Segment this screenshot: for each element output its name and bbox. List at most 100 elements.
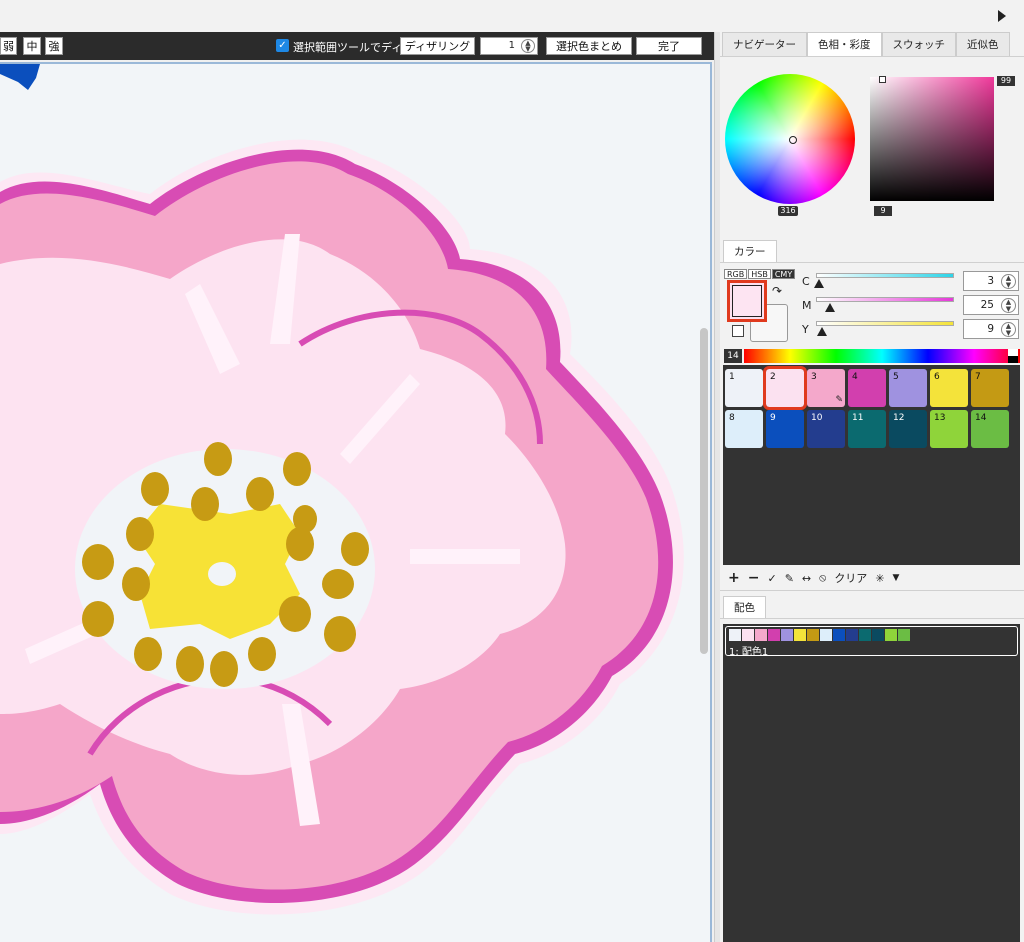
swatch-number: 2 bbox=[770, 372, 776, 382]
play-icon[interactable] bbox=[998, 10, 1006, 22]
dither-level-value: 1 bbox=[508, 40, 515, 51]
blue-blob bbox=[0, 64, 40, 90]
slider-y-thumb[interactable] bbox=[817, 327, 827, 336]
swatch-2[interactable]: 2 bbox=[763, 366, 807, 410]
clear-button[interactable]: クリア bbox=[834, 570, 867, 586]
scheme-color bbox=[885, 629, 897, 641]
dither-level-stepper[interactable]: 1 ▲ ▼ bbox=[480, 37, 538, 55]
hue-strip[interactable] bbox=[744, 349, 1020, 363]
mode-cmy[interactable]: CMY bbox=[771, 269, 796, 279]
swatch-number: 5 bbox=[893, 372, 899, 382]
swatch-13[interactable]: 13 bbox=[930, 410, 968, 448]
swatch-1[interactable]: 1 bbox=[725, 369, 763, 407]
color-palette: 1 2 3 ✎ 4 5 6 7 8 9 10 11 12 13 14 bbox=[723, 365, 1020, 565]
swatch-number: 14 bbox=[975, 413, 987, 423]
color-mode-selector: RGB HSB CMY bbox=[724, 269, 796, 279]
swatch-7[interactable]: 7 bbox=[971, 369, 1009, 407]
swatch-number: 9 bbox=[770, 413, 776, 423]
edit-icon[interactable]: ✎ bbox=[785, 572, 794, 585]
ban-icon[interactable]: ⦸ bbox=[819, 571, 826, 585]
swatch-12[interactable]: 12 bbox=[889, 410, 927, 448]
scheme-color bbox=[846, 629, 858, 641]
slider-m-label: M bbox=[802, 299, 812, 312]
petal-highlight-4 bbox=[410, 549, 520, 564]
saturation-brightness-box[interactable] bbox=[870, 77, 994, 201]
m-value-field[interactable]: 25 ▲ ▼ bbox=[963, 295, 1019, 315]
dither-checkbox[interactable]: ✓ bbox=[276, 39, 289, 52]
swatch-14[interactable]: 14 bbox=[971, 410, 1009, 448]
swap-colors-icon[interactable]: ↷ bbox=[772, 284, 782, 298]
c-value-field[interactable]: 3 ▲ ▼ bbox=[963, 271, 1019, 291]
swatch-4[interactable]: 4 bbox=[848, 369, 886, 407]
scheme-item-1[interactable]: 1: 配色1 bbox=[725, 626, 1018, 658]
main-color-fill bbox=[732, 285, 762, 317]
swatch-5[interactable]: 5 bbox=[889, 369, 927, 407]
stepper-arrows-icon[interactable]: ▲ ▼ bbox=[521, 39, 535, 53]
swatch-number: 4 bbox=[852, 372, 858, 382]
palette-menu-icon[interactable]: ▼ bbox=[893, 573, 900, 583]
drawing-canvas[interactable] bbox=[0, 62, 712, 942]
scheme-color bbox=[794, 629, 806, 641]
color-scheme-list: 1: 配色1 bbox=[723, 624, 1020, 942]
swatch-11[interactable]: 11 bbox=[848, 410, 886, 448]
mode-hsb[interactable]: HSB bbox=[748, 269, 771, 279]
hue-value-badge: 316 bbox=[778, 206, 798, 216]
main-color-swatch[interactable] bbox=[727, 280, 767, 322]
tab-similar-colors[interactable]: 近似色 bbox=[956, 32, 1010, 56]
swatch-8[interactable]: 8 bbox=[725, 410, 763, 448]
y-value-field[interactable]: 9 ▲ ▼ bbox=[963, 319, 1019, 339]
tab-hue-saturation[interactable]: 色相・彩度 bbox=[807, 32, 882, 56]
merge-colors-button[interactable]: 選択色まとめ bbox=[546, 37, 632, 55]
scheme-color bbox=[898, 629, 910, 641]
swatch-6[interactable]: 6 bbox=[930, 369, 968, 407]
swatch-10[interactable]: 10 bbox=[807, 410, 845, 448]
tab-navigator[interactable]: ナビゲーター bbox=[722, 32, 807, 56]
scheme-color bbox=[872, 629, 884, 641]
effect-icon[interactable]: ✳ bbox=[875, 572, 884, 585]
swatch-number: 1 bbox=[729, 372, 735, 382]
slider-m-thumb[interactable] bbox=[825, 303, 835, 312]
slider-y-label: Y bbox=[802, 323, 809, 336]
slider-y-track[interactable] bbox=[816, 321, 954, 326]
slider-c-thumb[interactable] bbox=[814, 279, 824, 288]
scheme-color-strip bbox=[729, 629, 910, 641]
remove-color-icon[interactable]: − bbox=[748, 570, 760, 586]
check-icon[interactable]: ✓ bbox=[767, 572, 776, 585]
add-color-icon[interactable]: + bbox=[728, 570, 740, 586]
hue-wheel-marker[interactable] bbox=[789, 136, 797, 144]
scheme-top-divider bbox=[720, 590, 1024, 591]
black-white-strip[interactable] bbox=[1008, 349, 1018, 363]
transparent-color-icon[interactable] bbox=[732, 325, 744, 337]
swap-icon[interactable]: ↔ bbox=[802, 572, 811, 585]
swatch-3[interactable]: 3 ✎ bbox=[807, 369, 845, 407]
tab-color[interactable]: カラー bbox=[723, 240, 777, 262]
sv-marker[interactable] bbox=[879, 76, 886, 83]
mode-rgb[interactable]: RGB bbox=[724, 269, 748, 279]
slider-m-track[interactable] bbox=[816, 297, 954, 302]
swatch-number: 6 bbox=[934, 372, 940, 382]
scheme-color bbox=[807, 629, 819, 641]
dithering-button[interactable]: ディザリング bbox=[400, 37, 475, 55]
scheme-color bbox=[729, 629, 741, 641]
tab-swatch[interactable]: スウォッチ bbox=[881, 32, 956, 56]
y-stepper-icon[interactable]: ▲ ▼ bbox=[1001, 322, 1016, 337]
scheme-color bbox=[742, 629, 754, 641]
done-button[interactable]: 完了 bbox=[636, 37, 702, 55]
scheme-item-label: 1: 配色1 bbox=[729, 647, 769, 658]
tab-color-scheme[interactable]: 配色 bbox=[723, 596, 766, 618]
swatch-number: 8 bbox=[729, 413, 735, 423]
weak-button[interactable]: 弱 bbox=[0, 37, 17, 55]
m-stepper-icon[interactable]: ▲ ▼ bbox=[1001, 298, 1016, 313]
scheme-color bbox=[755, 629, 767, 641]
saturation-value-badge: 99 bbox=[997, 76, 1015, 86]
scheme-divider bbox=[720, 618, 1024, 619]
swatch-number: 10 bbox=[811, 413, 823, 423]
slider-c-track[interactable] bbox=[816, 273, 954, 278]
right-panel: ナビゲーター 色相・彩度 スウォッチ 近似色 316 99 9 カラー RGB … bbox=[720, 32, 1024, 942]
strong-button[interactable]: 強 bbox=[45, 37, 63, 55]
canvas-vertical-scrollbar[interactable] bbox=[700, 328, 708, 654]
swatch-number: 7 bbox=[975, 372, 981, 382]
c-stepper-icon[interactable]: ▲ ▼ bbox=[1001, 274, 1016, 289]
swatch-9[interactable]: 9 bbox=[766, 410, 804, 448]
medium-button[interactable]: 中 bbox=[23, 37, 41, 55]
